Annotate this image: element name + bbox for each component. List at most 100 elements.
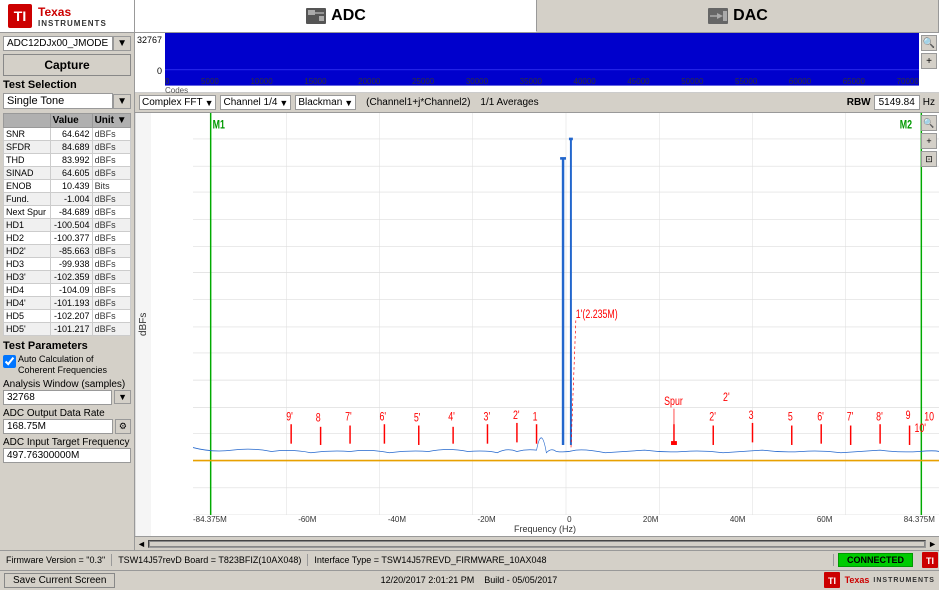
table-row: THD 83.992 dBFs [4, 154, 131, 167]
test-selection-label: Test Selection [3, 79, 131, 91]
svg-text:TI: TI [14, 8, 26, 24]
svg-text:1: 1 [533, 411, 538, 423]
metric-name: HD3' [4, 271, 51, 284]
metric-unit: dBFs [92, 206, 130, 219]
metric-unit: dBFs [92, 284, 130, 297]
svg-text:8: 8 [316, 413, 321, 425]
svg-text:1'(2.235M): 1'(2.235M) [576, 309, 618, 321]
svg-text:TI: TI [926, 556, 934, 566]
channel-select[interactable]: Channel 1/4 ▼ [220, 95, 291, 110]
main-area: ADC12DJx00_JMODE ▼ Capture Test Selectio… [0, 33, 939, 550]
table-row: HD1 -100.504 dBFs [4, 219, 131, 232]
capture-button[interactable]: Capture [3, 54, 131, 76]
adc-input-freq-label: ADC Input Target Frequency [3, 437, 131, 448]
fft-canvas: M1 M2 1'(2.235M) [193, 113, 939, 515]
plus-icon[interactable]: + [921, 53, 937, 69]
table-row: HD3 -99.938 dBFs [4, 258, 131, 271]
analysis-window-label: Analysis Window (samples) [3, 379, 131, 390]
analysis-window-arrow[interactable]: ▼ [114, 390, 131, 404]
metric-name: ENOB [4, 180, 51, 193]
fft-type-arrow: ▼ [205, 98, 214, 108]
formula-label: (Channel1+j*Channel2) [366, 97, 470, 108]
test-parameters: Test Parameters Auto Calculation ofCoher… [3, 340, 131, 463]
test-selection-value[interactable]: Single Tone [3, 93, 113, 109]
auto-calc-checkbox[interactable] [3, 355, 16, 368]
chart-scrollbar[interactable]: ◄ ► [135, 536, 939, 550]
metric-name: HD4' [4, 297, 51, 310]
chart-zoom-controls: 🔍 + ⊡ [921, 115, 937, 167]
chart-zoom-plus[interactable]: + [921, 133, 937, 149]
tab-adc-label: ADC [331, 7, 366, 25]
metrics-table: Value Unit ▼ SNR 64.642 dBFs SFDR 84.689… [3, 113, 131, 336]
metric-value: -104.09 [50, 284, 92, 297]
metric-value: 83.992 [50, 154, 92, 167]
adc-icon [305, 7, 327, 25]
y-axis-svg [151, 113, 193, 515]
fft-main-svg: M1 M2 1'(2.235M) [193, 113, 939, 515]
scroll-left-arrow[interactable]: ◄ [137, 539, 148, 549]
adc-output-rate-label: ADC Output Data Rate [3, 408, 131, 419]
zoom-icon[interactable]: 🔍 [921, 35, 937, 51]
metric-unit: dBFs [92, 232, 130, 245]
window-select[interactable]: Blackman ▼ [295, 95, 356, 110]
metric-value: -1.004 [50, 193, 92, 206]
metric-unit: dBFs [92, 271, 130, 284]
fft-type-select[interactable]: Complex FFT ▼ [139, 95, 216, 110]
analysis-window-row: 32768 ▼ [3, 390, 131, 405]
chart-zoom-minus[interactable]: ⊡ [921, 151, 937, 167]
metric-name: SFDR [4, 141, 51, 154]
device-name[interactable]: ADC12DJx00_JMODE [3, 36, 113, 51]
table-row: HD4' -101.193 dBFs [4, 297, 131, 310]
adc-output-rate-row: 168.75M ⚙ [3, 419, 131, 434]
x-tick-9: 84.375M [904, 515, 935, 524]
test-selection-dropdown: Single Tone ▼ [3, 93, 131, 109]
metric-name: HD4 [4, 284, 51, 297]
metric-unit: dBFs [92, 141, 130, 154]
analysis-window-value[interactable]: 32768 [3, 390, 112, 405]
ti-logo-icon: TI [6, 2, 34, 30]
y-axis-label: dBFs [135, 113, 151, 536]
interface-status: Interface Type = TSW14J57REVD_FIRMWARE_1… [308, 554, 834, 566]
metrics-col-value: Value [50, 114, 92, 128]
svg-text:M2: M2 [900, 120, 912, 132]
scrollbar-track[interactable] [148, 540, 926, 548]
metric-value: -100.504 [50, 219, 92, 232]
device-selector: ADC12DJx00_JMODE ▼ [3, 36, 131, 51]
save-button[interactable]: Save Current Screen [4, 573, 115, 588]
metric-name: THD [4, 154, 51, 167]
rbw-label: RBW [847, 97, 871, 108]
ti-logo-bottom: TI Texas INSTRUMENTS [823, 571, 935, 589]
rbw-value: 5149.84 [874, 95, 920, 110]
table-row: SINAD 64.605 dBFs [4, 167, 131, 180]
table-row: HD3' -102.359 dBFs [4, 271, 131, 284]
ti-texas: Texas [38, 5, 107, 19]
metric-name: HD5 [4, 310, 51, 323]
scroll-right-arrow[interactable]: ► [926, 539, 937, 549]
metric-value: -101.193 [50, 297, 92, 310]
svg-text:TI: TI [828, 576, 836, 586]
scrollbar-thumb[interactable] [149, 541, 925, 547]
chart-zoom-icon[interactable]: 🔍 [921, 115, 937, 131]
adc-input-freq-value[interactable]: 497.76300000M [3, 448, 131, 463]
table-row: HD5 -102.207 dBFs [4, 310, 131, 323]
averages-label: 1/1 Averages [480, 97, 538, 108]
chart-area: 32767 0 0 5000 10000 15000 20000 [135, 33, 939, 550]
metric-unit: dBFs [92, 219, 130, 232]
adc-output-rate-value[interactable]: 168.75M [3, 419, 113, 434]
test-params-title: Test Parameters [3, 340, 131, 352]
ti-logo: TI Texas INSTRUMENTS [0, 0, 135, 32]
test-selection-arrow[interactable]: ▼ [113, 94, 131, 109]
metric-unit: dBFs [92, 245, 130, 258]
tab-dac[interactable]: DAC [537, 0, 939, 32]
window-arrow: ▼ [344, 98, 353, 108]
table-row: HD2 -100.377 dBFs [4, 232, 131, 245]
codes-max: 32767 [135, 35, 162, 45]
board-status: TSW14J57revD Board = T823BFIZ(10AX048) [112, 554, 308, 566]
adc-output-rate-gear[interactable]: ⚙ [115, 419, 131, 434]
table-row: ENOB 10.439 Bits [4, 180, 131, 193]
metric-name: Next Spur [4, 206, 51, 219]
metric-unit: dBFs [92, 193, 130, 206]
metric-unit: dBFs [92, 323, 130, 336]
tab-adc[interactable]: ADC [135, 0, 537, 32]
device-arrow[interactable]: ▼ [113, 36, 131, 51]
